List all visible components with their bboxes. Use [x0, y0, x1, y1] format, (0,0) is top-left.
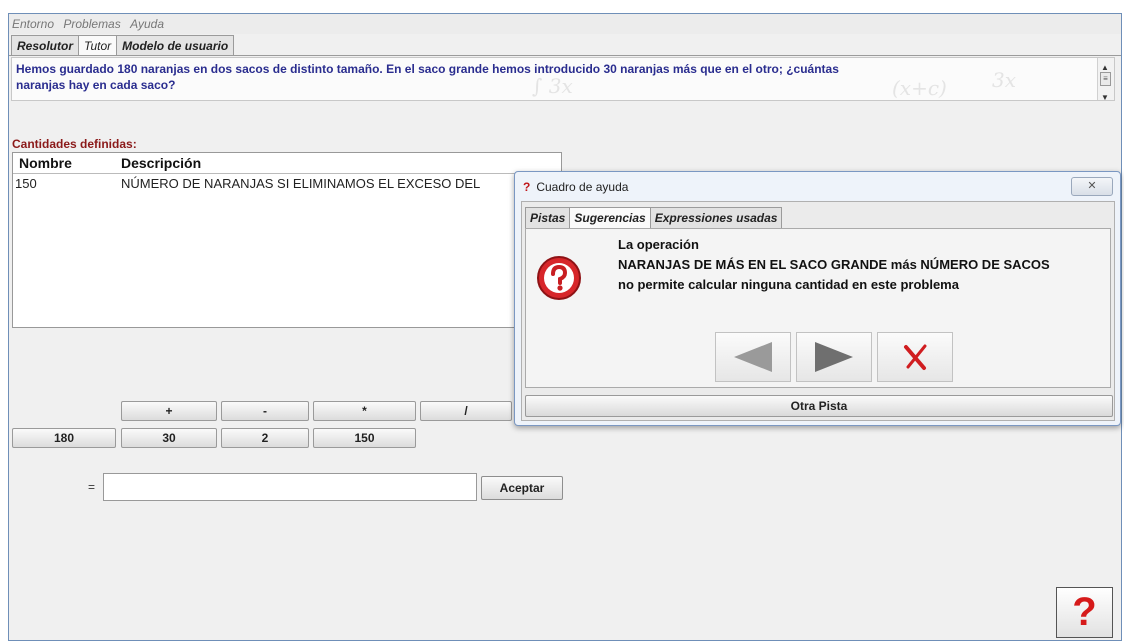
previous-button[interactable] [715, 332, 791, 382]
message-line-2: NARANJAS DE MÁS EN EL SACO GRANDE más NÚ… [618, 257, 1050, 272]
multiply-button[interactable]: * [313, 401, 416, 421]
column-header-name: Nombre [19, 155, 72, 171]
next-button[interactable] [796, 332, 872, 382]
tab-expresiones-usadas[interactable]: Expressiones usadas [649, 207, 783, 228]
minus-button[interactable]: - [221, 401, 309, 421]
scroll-down-icon[interactable]: ▼ [1101, 90, 1109, 100]
suggestion-message: La operación NARANJAS DE MÁS EN EL SACO … [618, 235, 1050, 295]
menu-ayuda[interactable]: Ayuda [127, 14, 167, 31]
dialog-body: Pistas Sugerencias Expressiones usadas L… [521, 201, 1115, 421]
arrow-right-icon [815, 342, 853, 372]
help-bubble-icon [537, 256, 581, 300]
close-icon: ✕ [1087, 180, 1097, 192]
equals-label: = [88, 480, 96, 494]
table-row[interactable]: 150 NÚMERO DE NARANJAS SI ELIMINAMOS EL … [13, 174, 561, 191]
question-mark-icon: ? [1072, 590, 1097, 634]
menu-problemas[interactable]: Problemas [60, 14, 123, 31]
cell-name: 150 [15, 176, 37, 191]
suggestion-panel: La operación NARANJAS DE MÁS EN EL SACO … [525, 228, 1111, 388]
red-x-icon [904, 344, 927, 370]
plus-button[interactable]: + [121, 401, 217, 421]
cell-description: NÚMERO DE NARANJAS SI ELIMINAMOS EL EXCE… [121, 176, 481, 191]
dialog-tabs: Pistas Sugerencias Expressiones usadas [525, 207, 783, 228]
tab-tutor[interactable]: Tutor [78, 35, 118, 55]
number-button-30[interactable]: 30 [121, 428, 217, 448]
expression-input[interactable] [103, 473, 477, 501]
column-header-description: Descripción [121, 155, 202, 171]
close-hint-button[interactable] [877, 332, 953, 382]
help-button[interactable]: ? [1056, 587, 1113, 638]
quantities-title: Cantidades definidas: [12, 137, 137, 151]
accept-button[interactable]: Aceptar [481, 476, 563, 500]
table-header: Nombre Descripción [13, 153, 561, 174]
background-formula-decoration: ∫ 3x [532, 74, 573, 98]
quantities-table: Nombre Descripción 150 NÚMERO DE NARANJA… [12, 152, 562, 328]
menu-entorno[interactable]: Entorno [9, 14, 57, 31]
problem-scrollbar[interactable]: ▲ ≡ ▼ [1097, 58, 1114, 100]
dialog-title-text: Cuadro de ayuda [536, 180, 629, 194]
tab-pistas[interactable]: Pistas [525, 207, 571, 228]
tab-modelo-usuario[interactable]: Modelo de usuario [116, 35, 235, 55]
scroll-thumb[interactable]: ≡ [1100, 72, 1111, 86]
dialog-close-button[interactable]: ✕ [1071, 177, 1113, 196]
help-dialog: ? Cuadro de ayuda ✕ Pistas Sugerencias Ex… [514, 171, 1121, 426]
message-line-1: La operación [618, 237, 699, 252]
divide-button[interactable]: / [420, 401, 512, 421]
number-button-2[interactable]: 2 [221, 428, 309, 448]
problem-statement[interactable]: ∫ 3x (x+c) 3x Hemos guardado 180 naranja… [11, 57, 1115, 101]
number-button-150[interactable]: 150 [313, 428, 416, 448]
main-tabs: Resolutor Tutor Modelo de usuario [11, 35, 235, 55]
dialog-title: ? Cuadro de ayuda [523, 180, 628, 194]
background-formula-decoration: (x+c) [892, 76, 947, 100]
message-line-3: no permite calcular ninguna cantidad en … [618, 277, 959, 292]
tab-resolutor[interactable]: Resolutor [11, 35, 80, 55]
tab-sugerencias[interactable]: Sugerencias [569, 207, 651, 228]
other-hint-button[interactable]: Otra Pista [525, 395, 1113, 417]
menubar: Entorno Problemas Ayuda [9, 14, 1121, 34]
number-button-180[interactable]: 180 [12, 428, 116, 448]
question-mark-icon: ? [523, 180, 531, 194]
arrow-left-icon [734, 342, 772, 372]
tab-divider [9, 55, 1121, 56]
background-formula-decoration: 3x [992, 68, 1017, 92]
